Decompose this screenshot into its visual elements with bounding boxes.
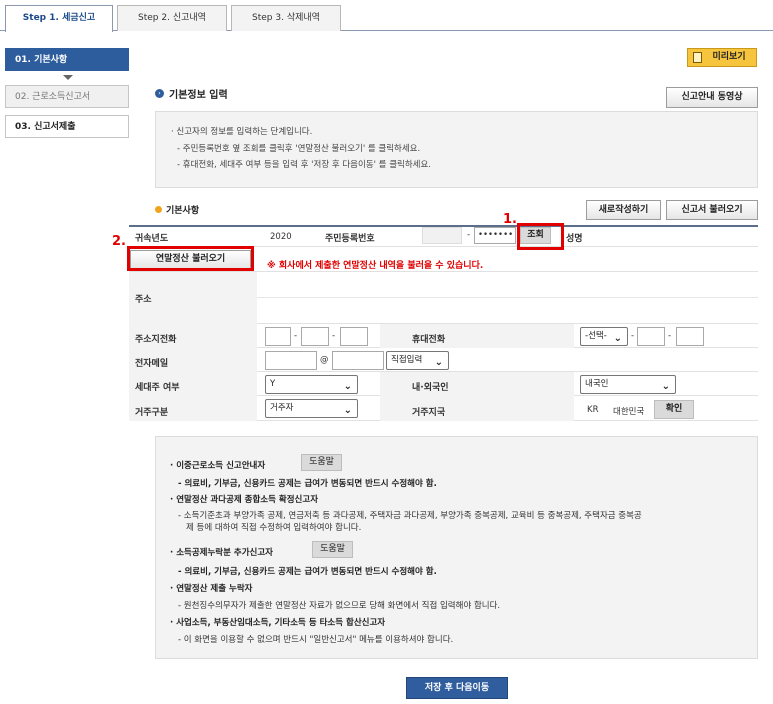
address-label: 주소	[135, 295, 152, 305]
highlight-year-end-load	[127, 246, 254, 271]
note-text: 제 등에 대하여 직접 수정하여 입력하여야 합니다.	[186, 523, 362, 533]
preview-button[interactable]: 미리보기	[687, 48, 757, 67]
info-line: - 휴대전화, 세대주 여부 등을 입력 후 '저장 후 다음이동' 를 클릭하…	[177, 160, 432, 170]
year-end-warning: ※ 회사에서 제출한 연말정산 내역을 불러올 수 있습니다.	[267, 261, 484, 271]
info-line: - 주민등록번호 옆 조회를 클릭후 '연말정산 불러오기' 를 클릭하세요.	[177, 144, 421, 154]
load-return-button[interactable]: 신고서 불러오기	[666, 200, 758, 220]
page-title: 기본정보 입력	[169, 90, 228, 101]
note-title: · 이중근로소득 신고안내자	[170, 461, 266, 471]
email-label: 전자메일	[135, 359, 169, 369]
guide-video-button[interactable]: 신고안내 동영상	[666, 87, 758, 108]
save-next-button[interactable]: 저장 후 다음이동	[406, 677, 508, 699]
mobile-prefix-select[interactable]: -선택- ⌄	[580, 327, 628, 346]
sidebar-item-basic[interactable]: 01. 기본사항	[5, 48, 129, 71]
help-button-dual-income[interactable]: 도움말	[301, 454, 342, 471]
step-tabs: Step 1. 세금신고 Step 2. 신고내역 Step 3. 삭제내역	[0, 0, 773, 32]
residence-country-label: 거주지국	[412, 408, 446, 418]
rrn-front-field[interactable]	[422, 227, 462, 244]
nationality-select[interactable]: 내국인 ⌄	[580, 375, 676, 394]
householder-value: Y	[270, 379, 276, 389]
rrn-label: 주민등록번호	[325, 234, 375, 244]
mobile-3-field[interactable]	[676, 327, 704, 346]
highlight-lookup	[517, 223, 564, 250]
residence-select[interactable]: 거주자 ⌄	[265, 399, 358, 418]
nationality-value: 내국인	[585, 379, 609, 389]
home-phone-3-field[interactable]	[340, 327, 368, 346]
year-value: 2020	[270, 232, 292, 242]
confirm-button[interactable]: 확인	[654, 400, 694, 419]
note-title: · 연말정산 과다공제 종합소득 확정신고자	[170, 495, 319, 505]
note-text: - 소득기준초과 부양가족 공제, 연금저축 등 과다공제, 주택자금 과다공제…	[178, 511, 642, 521]
email-at: @	[320, 355, 329, 365]
email-domain-field[interactable]	[332, 351, 384, 370]
annotation-step1: 1.	[503, 212, 517, 227]
notes-box: · 이중근로소득 신고안내자 도움말 - 의료비, 기부금, 신용카드 공제는 …	[155, 436, 758, 659]
chevron-down-icon: ⌄	[343, 381, 352, 392]
email-id-field[interactable]	[265, 351, 317, 370]
householder-label: 세대주 여부	[135, 383, 180, 393]
note-title: · 소득공제누락분 추가신고자	[170, 548, 273, 558]
mobile-prefix-value: -선택-	[585, 331, 607, 341]
residence-country-code: KR	[587, 405, 599, 415]
name-label: 성명	[566, 234, 583, 244]
tab-step3[interactable]: Step 3. 삭제내역	[231, 5, 341, 31]
note-text: - 이 화면을 이용할 수 없으며 반드시 "일반신고서" 메뉴를 이용하셔야 …	[178, 635, 454, 645]
home-phone-label: 주소지전화	[135, 335, 177, 345]
householder-select[interactable]: Y ⌄	[265, 375, 358, 394]
home-phone-2-field[interactable]	[301, 327, 329, 346]
document-icon	[693, 52, 702, 63]
note-title: · 연말정산 제출 누락자	[170, 584, 253, 594]
note-text: - 원천징수의무자가 제출한 연말정산 자료가 없으므로 당해 화면에서 직접 …	[178, 601, 501, 611]
year-label: 귀속년도	[135, 234, 169, 244]
residence-value: 거주자	[270, 403, 294, 413]
chevron-down-icon: ⌄	[613, 333, 622, 344]
note-text: - 의료비, 기부금, 신용카드 공제는 급여가 변동되면 반드시 수정해야 함…	[178, 479, 437, 489]
note-title: · 사업소득, 부동산임대소득, 기타소득 등 타소득 합산신고자	[170, 618, 386, 628]
residence-label: 거주구분	[135, 408, 169, 418]
home-phone-1-field[interactable]	[265, 327, 291, 346]
tab-step2[interactable]: Step 2. 신고내역	[117, 5, 227, 31]
preview-label: 미리보기	[712, 52, 746, 62]
basic-section-title: 기본사항	[166, 206, 200, 216]
rrn-back-field[interactable]: •••••••	[474, 227, 516, 244]
bullet-arrow-icon: ›	[155, 89, 164, 98]
info-box: · 신고자의 정보를 입력하는 단계입니다. - 주민등록번호 옆 조회를 클릭…	[155, 111, 758, 188]
sidebar-item-earned-income[interactable]: 02. 근로소득신고서	[5, 85, 129, 108]
nationality-label: 내·외국인	[412, 383, 449, 393]
help-button-omitted-deduction[interactable]: 도움말	[312, 541, 353, 558]
chevron-down-icon: ⌄	[661, 381, 670, 392]
chevron-down-icon: ⌄	[434, 357, 443, 368]
chevron-down-icon: ⌄	[343, 405, 352, 416]
email-domain-value: 직접입력	[391, 355, 423, 365]
new-write-button[interactable]: 새로작성하기	[586, 200, 661, 220]
email-domain-select[interactable]: 직접입력 ⌄	[386, 351, 449, 370]
mobile-label: 휴대전화	[412, 335, 446, 345]
tab-step1[interactable]: Step 1. 세금신고	[5, 5, 113, 32]
orange-bullet-icon	[155, 206, 162, 213]
annotation-step2: 2.	[112, 234, 126, 249]
info-line: · 신고자의 정보를 입력하는 단계입니다.	[171, 127, 313, 137]
sidebar-item-submit[interactable]: 03. 신고서제출	[5, 115, 129, 138]
rrn-dash: -	[467, 230, 471, 240]
arrow-down-icon	[63, 75, 73, 80]
note-text: - 의료비, 기부금, 신용카드 공제는 급여가 변동되면 반드시 수정해야 함…	[178, 567, 437, 577]
mobile-2-field[interactable]	[637, 327, 665, 346]
residence-country-name: 대한민국	[613, 407, 645, 417]
